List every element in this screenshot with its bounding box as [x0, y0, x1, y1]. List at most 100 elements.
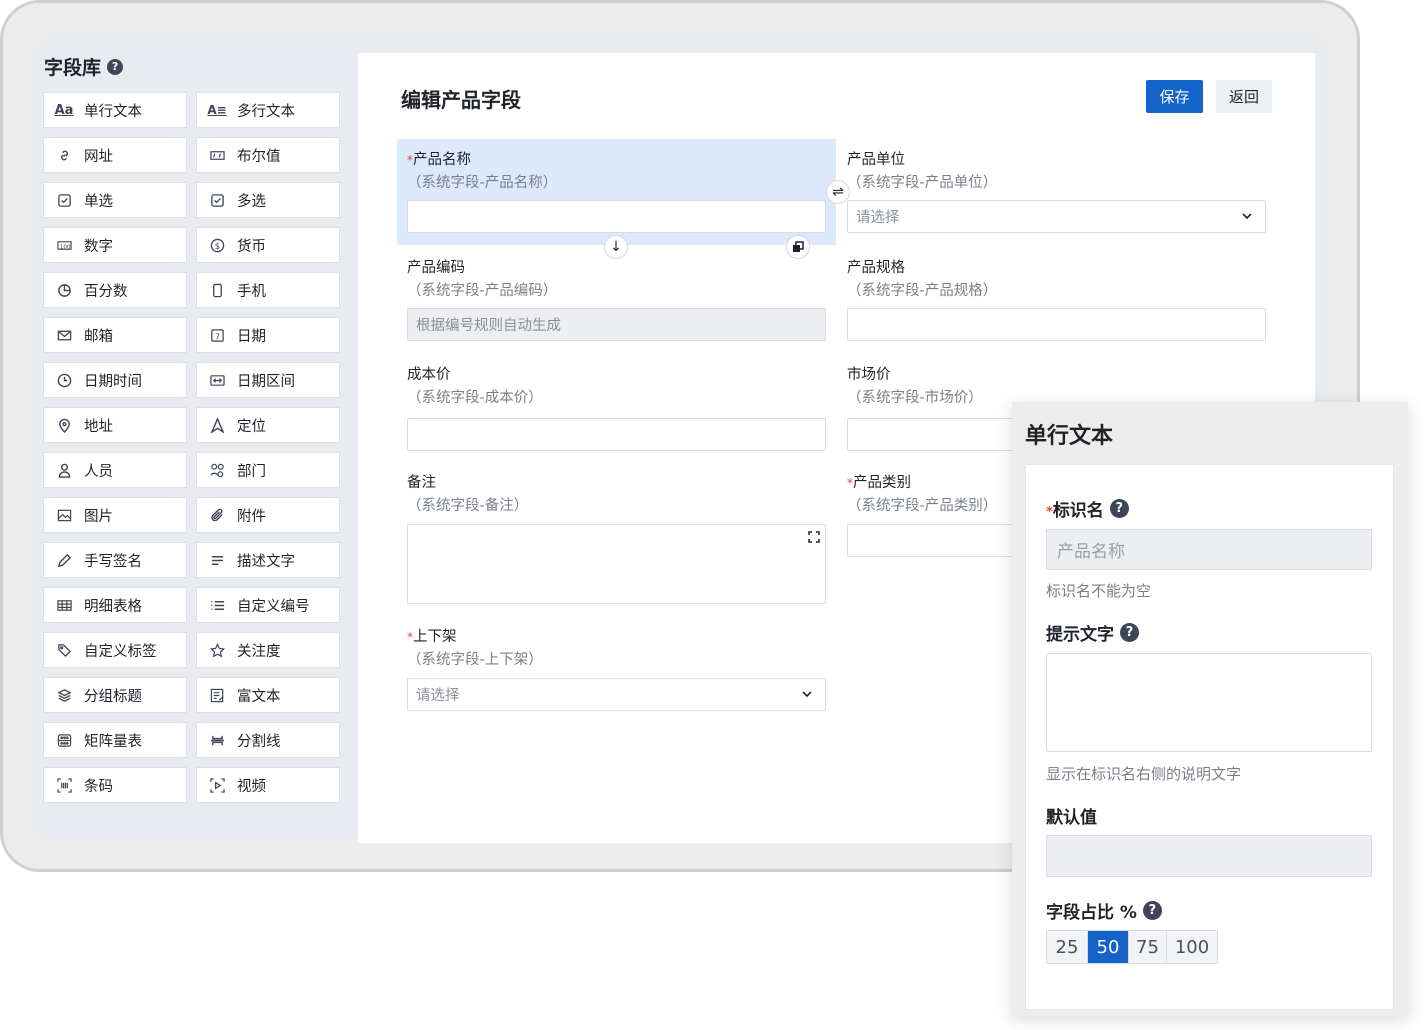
field-library: Aa 单行文本 A≡ 多行文本 网址 布尔值 单选 多选 100 数字 $ 货币 百分数 手机 邮箱 7 日期日… — [43, 92, 340, 803]
library-item[interactable]: $ 货币 — [196, 227, 340, 263]
library-item[interactable]: 布尔值 — [196, 137, 340, 173]
help-icon[interactable]: ? — [1120, 623, 1139, 642]
identifier-input[interactable]: 产品名称 — [1046, 529, 1372, 570]
date-icon: 7 — [209, 327, 225, 343]
default-value-input[interactable] — [1046, 835, 1372, 877]
ratio-option[interactable]: 50 — [1088, 931, 1129, 963]
library-item[interactable]: 7 日期 — [196, 317, 340, 353]
identifier-hint: 标识名不能为空 — [1046, 582, 1152, 600]
library-item[interactable]: 描述文字 — [196, 542, 340, 578]
library-item[interactable]: A≡ 多行文本 — [196, 92, 340, 128]
star-icon — [209, 642, 225, 658]
field-product-unit[interactable]: 产品单位 （系统字段-产品单位） 请选择 — [847, 149, 1266, 233]
radio-icon — [56, 192, 72, 208]
date-range-icon — [209, 372, 225, 388]
expand-icon[interactable] — [808, 531, 820, 543]
library-item[interactable]: 明细表格 — [43, 587, 187, 623]
library-item-label: 百分数 — [84, 283, 128, 300]
library-item[interactable]: 100 数字 — [43, 227, 187, 263]
department-icon — [209, 462, 225, 478]
svg-text:7: 7 — [215, 332, 220, 341]
svg-text:$: $ — [214, 240, 219, 250]
product-name-input[interactable] — [407, 200, 826, 233]
field-product-name[interactable]: *产品名称 （系统字段-产品名称） — [407, 149, 826, 233]
tag-icon — [56, 642, 72, 658]
ratio-option[interactable]: 75 — [1129, 931, 1167, 963]
product-unit-select[interactable]: 请选择 — [847, 200, 1266, 233]
library-item-label: 手写签名 — [84, 553, 142, 570]
video-icon — [209, 777, 225, 793]
chevron-down-icon — [1242, 213, 1252, 220]
image-icon — [56, 507, 72, 523]
library-item[interactable]: 地址 — [43, 407, 187, 443]
divider-icon — [209, 732, 225, 748]
library-item[interactable]: 自定义标签 — [43, 632, 187, 668]
library-item[interactable]: 附件 — [196, 497, 340, 533]
library-item[interactable]: 手写签名 — [43, 542, 187, 578]
library-item[interactable]: 条码 — [43, 767, 187, 803]
library-item[interactable]: 手机 — [196, 272, 340, 308]
library-item-label: 部门 — [237, 463, 266, 480]
library-item[interactable]: 人员 — [43, 452, 187, 488]
ratio-option[interactable]: 100 — [1167, 931, 1217, 963]
library-item[interactable]: 多选 — [196, 182, 340, 218]
navigate-icon — [209, 417, 225, 433]
library-item-label: 日期区间 — [237, 373, 295, 390]
library-item-label: 手机 — [237, 283, 266, 300]
library-item[interactable]: 邮箱 — [43, 317, 187, 353]
library-item-label: 分割线 — [237, 733, 281, 750]
library-item-label: 多行文本 — [237, 103, 295, 120]
library-title: 字段库 ? — [44, 53, 124, 80]
field-product-code[interactable]: 产品编码 （系统字段-产品编码） 根据编号规则自动生成 — [407, 257, 826, 341]
note-textarea[interactable] — [407, 524, 826, 604]
table-icon — [56, 597, 72, 613]
field-product-spec[interactable]: 产品规格 （系统字段-产品规格） — [847, 257, 1266, 341]
library-item[interactable]: 日期时间 — [43, 362, 187, 398]
currency-icon: $ — [209, 237, 225, 253]
tip-text-textarea[interactable] — [1046, 653, 1372, 752]
library-item[interactable]: 自定义编号 — [196, 587, 340, 623]
library-item-label: 条码 — [84, 778, 113, 795]
library-item-label: 矩阵量表 — [84, 733, 142, 750]
product-spec-input[interactable] — [847, 308, 1266, 341]
library-item[interactable]: 分割线 — [196, 722, 340, 758]
library-item[interactable]: 矩阵量表 — [43, 722, 187, 758]
ratio-option[interactable]: 25 — [1047, 931, 1088, 963]
field-note[interactable]: 备注 （系统字段-备注） — [407, 472, 826, 604]
library-item[interactable]: 图片 — [43, 497, 187, 533]
library-item[interactable]: 单选 — [43, 182, 187, 218]
library-item[interactable]: 定位 — [196, 407, 340, 443]
library-item[interactable]: 关注度 — [196, 632, 340, 668]
copy-icon[interactable] — [786, 235, 810, 259]
checkbox-icon — [209, 192, 225, 208]
percent-icon — [56, 282, 72, 298]
help-icon[interactable]: ? — [1142, 901, 1162, 920]
field-ratio-selector: 25 50 75 100 — [1046, 930, 1218, 964]
save-button[interactable]: 保存 — [1146, 80, 1203, 113]
field-shelf-status[interactable]: *上下架 （系统字段-上下架） 请选择 — [407, 626, 826, 711]
shelf-status-select[interactable]: 请选择 — [407, 678, 826, 711]
library-item[interactable]: 百分数 — [43, 272, 187, 308]
library-item-label: 分组标题 — [84, 688, 142, 705]
library-item[interactable]: 部门 — [196, 452, 340, 488]
library-item[interactable]: 日期区间 — [196, 362, 340, 398]
library-item[interactable]: 富文本 — [196, 677, 340, 713]
location-pin-icon — [56, 417, 72, 433]
library-item-label: 多选 — [237, 193, 266, 210]
cost-price-input[interactable] — [407, 418, 826, 451]
field-cost-price[interactable]: 成本价 （系统字段-成本价） — [407, 364, 826, 451]
library-item-label: 定位 — [237, 418, 266, 435]
arrow-down-icon[interactable]: ↓ — [604, 235, 628, 259]
boolean-icon — [209, 147, 225, 163]
help-icon[interactable]: ? — [107, 58, 124, 75]
matrix-icon — [56, 732, 72, 748]
help-icon[interactable]: ? — [1109, 499, 1129, 518]
library-item[interactable]: 视频 — [196, 767, 340, 803]
library-item[interactable]: Aa 单行文本 — [43, 92, 187, 128]
back-button[interactable]: 返回 — [1216, 80, 1272, 113]
library-item[interactable]: 分组标题 — [43, 677, 187, 713]
svg-text:100: 100 — [59, 244, 70, 250]
multiline-text-icon: A≡ — [207, 103, 227, 117]
library-item[interactable]: 网址 — [43, 137, 187, 173]
default-value-label: 默认值 — [1046, 808, 1097, 828]
